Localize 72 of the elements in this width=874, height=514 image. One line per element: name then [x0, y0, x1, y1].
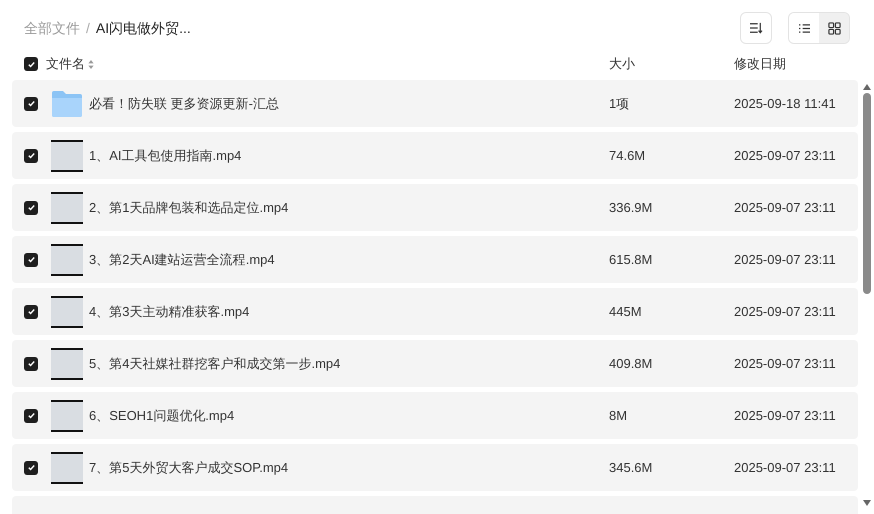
video-thumbnail: [51, 400, 83, 432]
checkmark-icon: [26, 411, 36, 420]
file-row[interactable]: 2、第1天品牌包装和选品定位.mp4 336.9M 2025-09-07 23:11: [12, 184, 858, 231]
checkbox[interactable]: [24, 57, 38, 71]
column-header[interactable]: 文件名: [46, 54, 85, 74]
checkmark-icon: [26, 203, 36, 212]
file-row[interactable]: 4、第3天主动精准获客.mp4 445M 2025-09-07 23:11: [12, 288, 858, 335]
column-header[interactable]: 大小: [609, 56, 635, 72]
checkbox[interactable]: [24, 200, 38, 214]
list-icon: [798, 22, 810, 34]
checkmark-icon: [26, 359, 36, 368]
grid-icon: [828, 22, 840, 34]
file-name: 必看！防失联 更多资源更新-汇总: [89, 96, 279, 111]
checkbox[interactable]: [24, 252, 38, 266]
file-name: 1、AI工具包使用指南.mp4: [89, 148, 242, 163]
video-thumbnail: [51, 192, 83, 224]
checkbox[interactable]: [24, 304, 38, 318]
file-name: 2、第1天品牌包装和选品定位.mp4: [89, 200, 288, 215]
file-size: 409.8M: [609, 356, 652, 371]
modified-date: 2025-09-18 11:41: [734, 96, 836, 111]
checkbox[interactable]: [24, 148, 38, 162]
file-size: 445M: [609, 304, 642, 319]
checkmark-icon: [26, 255, 36, 264]
modified-date: 2025-09-07 23:11: [734, 408, 836, 423]
file-size: 8M: [609, 408, 628, 423]
checkmark-icon: [26, 463, 36, 472]
checkmark-icon: [26, 60, 36, 68]
file-size: 1项: [609, 96, 630, 111]
video-thumbnail: [51, 140, 83, 172]
scrollbar-thumb[interactable]: [863, 93, 871, 294]
checkbox[interactable]: [24, 356, 38, 370]
file-name: 7、第5天外贸大客户成交SOP.mp4: [89, 460, 288, 475]
video-thumbnail: [51, 452, 83, 484]
video-thumbnail: [51, 244, 83, 276]
modified-date: 2025-09-07 23:11: [734, 200, 836, 215]
video-thumbnail: [51, 296, 83, 328]
breadcrumb-item: AI闪电做外贸...: [96, 18, 191, 38]
sort-arrows-icon: [88, 60, 94, 68]
scroll-up-icon[interactable]: [863, 84, 871, 90]
folder-icon: [51, 90, 83, 118]
file-row[interactable]: 1、AI工具包使用指南.mp4 74.6M 2025-09-07 23:11: [12, 132, 858, 179]
file-name: 4、第3天主动精准获客.mp4: [89, 304, 250, 319]
checkbox[interactable]: [24, 408, 38, 422]
file-name: 3、第2天AI建站运营全流程.mp4: [89, 252, 275, 267]
file-size: 74.6M: [609, 148, 646, 163]
file-row[interactable]: 必看！防失联 更多资源更新-汇总 1项 2025-09-18 11:41: [12, 80, 858, 127]
modified-date: 2025-09-07 23:11: [734, 356, 836, 371]
checkbox[interactable]: [24, 96, 38, 110]
file-size: 615.8M: [609, 252, 652, 267]
column-header[interactable]: 修改日期: [734, 56, 786, 72]
modified-date: 2025-09-07 23:11: [734, 304, 836, 319]
file-row[interactable]: 6、SEOH1问题优化.mp4 8M 2025-09-07 23:11: [12, 392, 858, 439]
file-row[interactable]: 3、第2天AI建站运营全流程.mp4 615.8M 2025-09-07 23:11: [12, 236, 858, 283]
modified-date: 2025-09-07 23:11: [734, 460, 836, 475]
checkmark-icon: [26, 151, 36, 160]
sort-icon: [749, 22, 763, 34]
breadcrumb-separator: /: [86, 18, 90, 38]
modified-date: 2025-09-07 23:11: [734, 148, 836, 163]
checkbox[interactable]: [24, 460, 38, 474]
file-name: 5、第4天社媒社群挖客户和成交第一步.mp4: [89, 356, 340, 371]
file-name: 6、SEOH1问题优化.mp4: [89, 408, 234, 423]
file-size: 345.6M: [609, 460, 652, 475]
scroll-down-icon[interactable]: [863, 500, 871, 506]
checkmark-icon: [26, 99, 36, 108]
sort-button[interactable]: [740, 12, 772, 44]
file-row[interactable]: 7、第5天外贸大客户成交SOP.mp4 345.6M 2025-09-07 23:11: [12, 444, 858, 491]
file-row[interactable]: 5、第4天社媒社群挖客户和成交第一步.mp4 409.8M 2025-09-07 23:11: [12, 340, 858, 387]
file-size: 336.9M: [609, 200, 652, 215]
video-thumbnail: [51, 348, 83, 380]
list-view-button[interactable]: [789, 13, 819, 43]
checkmark-icon: [26, 307, 36, 316]
modified-date: 2025-09-07 23:11: [734, 252, 836, 267]
